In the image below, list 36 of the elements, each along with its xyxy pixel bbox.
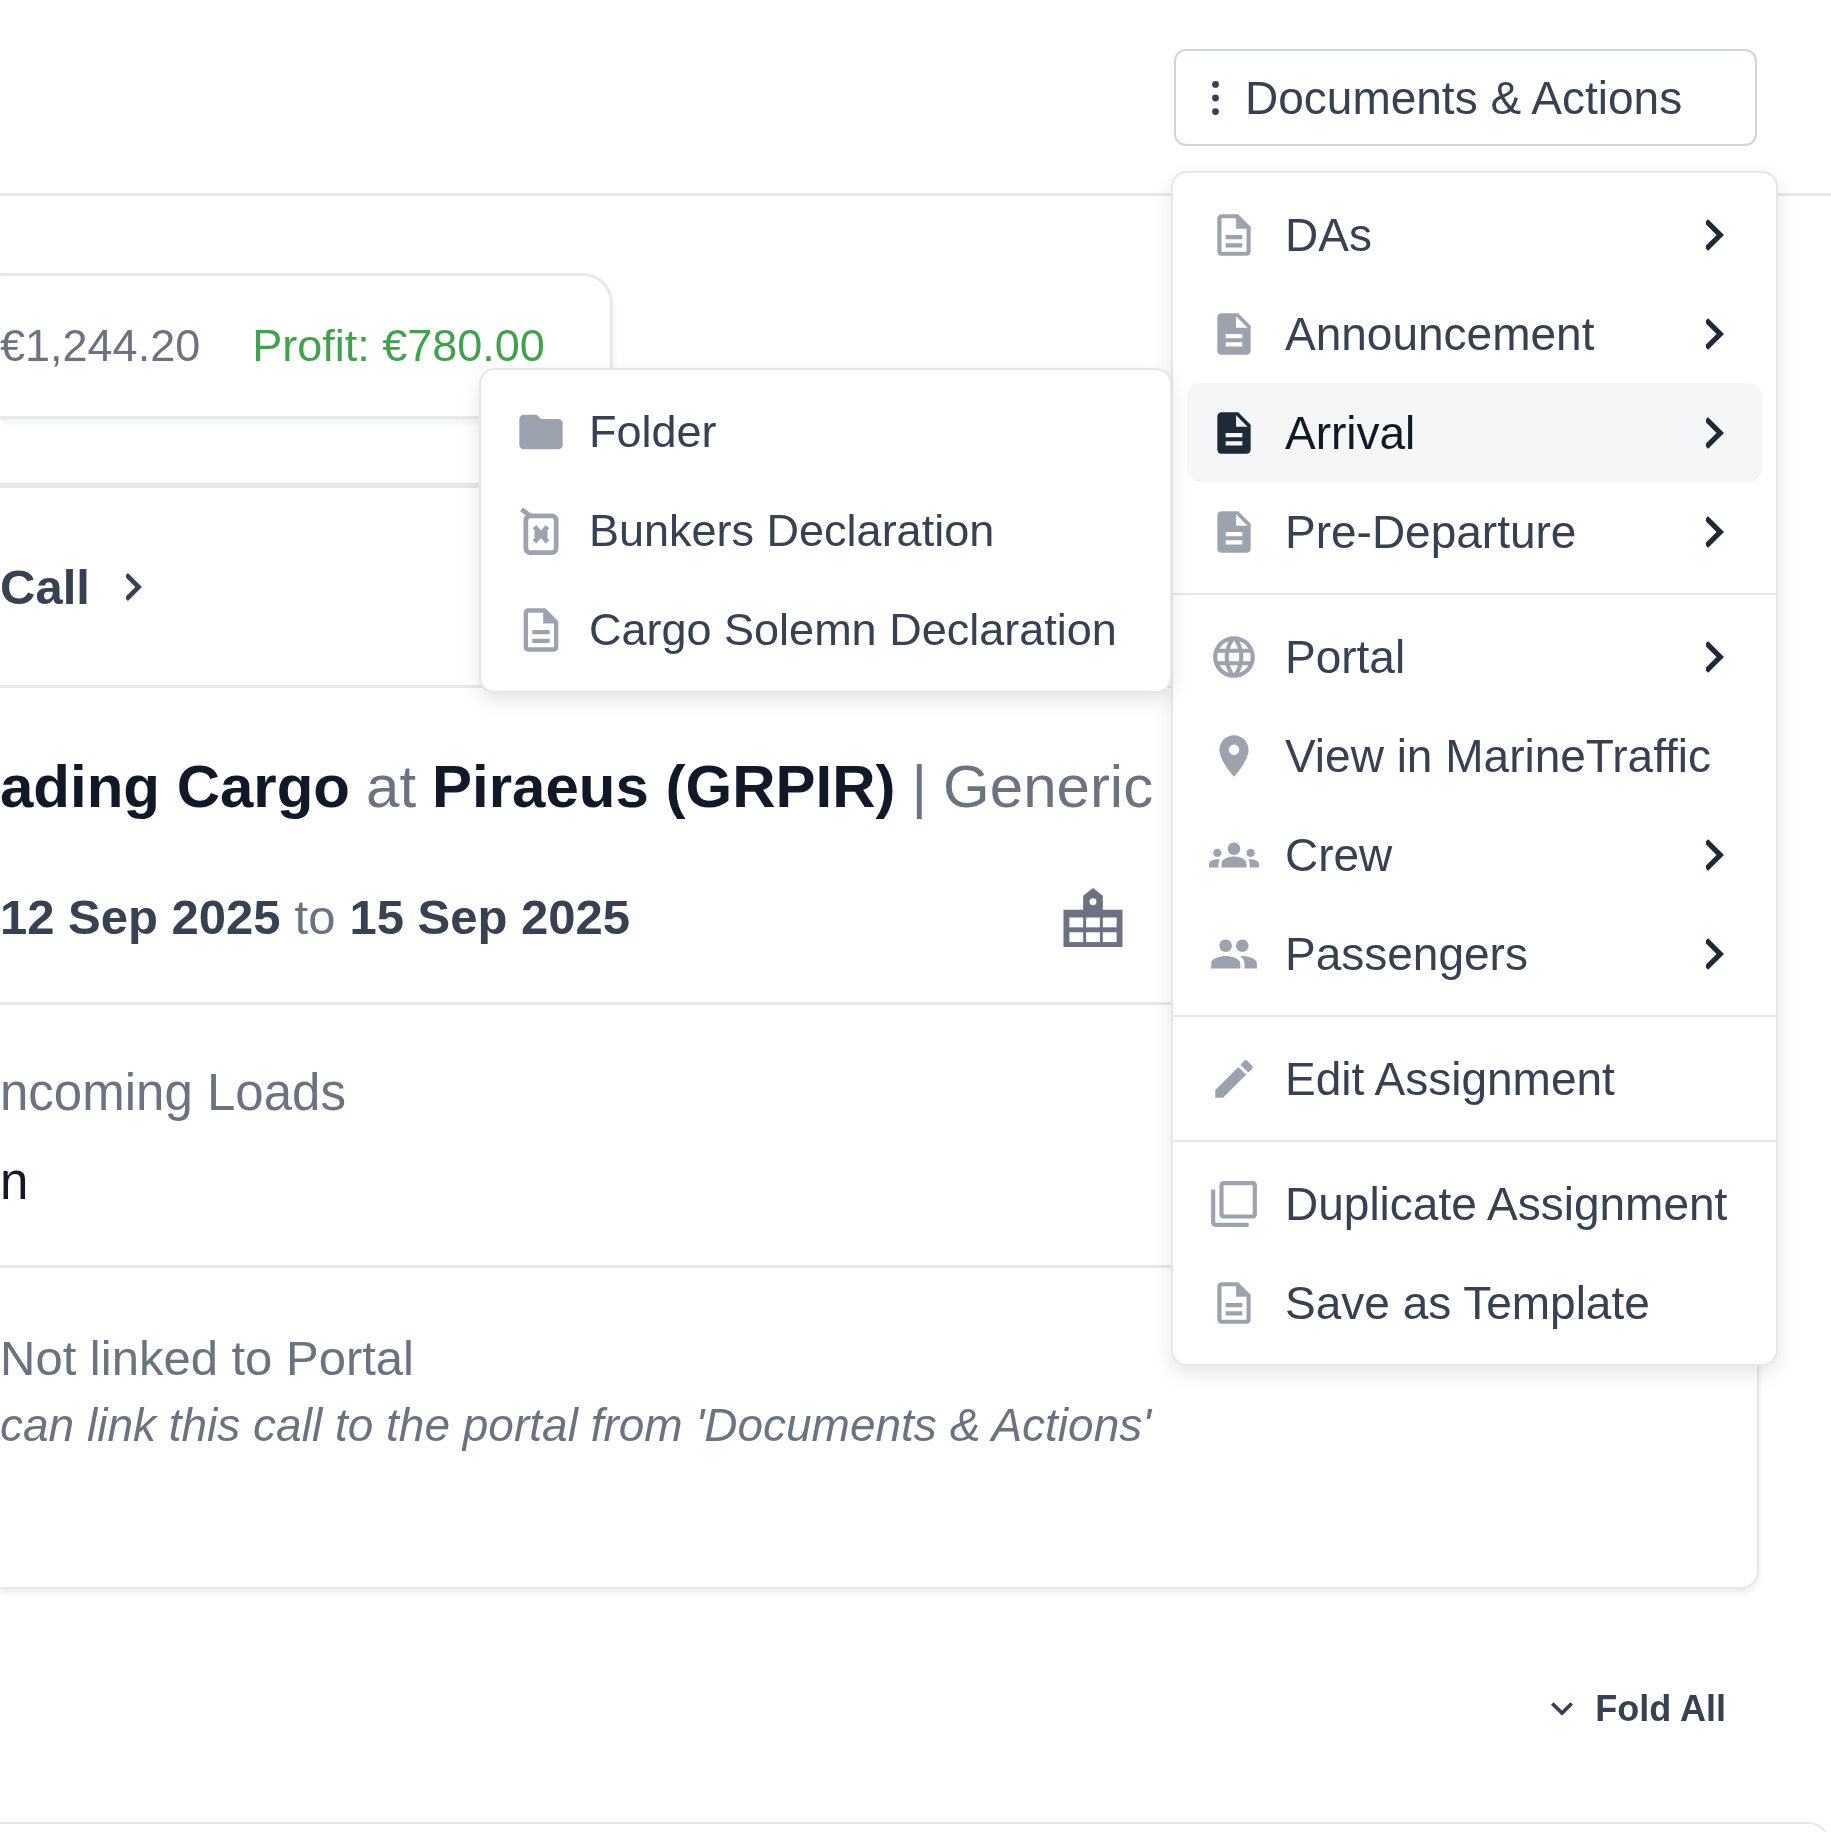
cost-amount: €1,244.20 [0, 320, 201, 372]
submenu-item[interactable]: Bunkers Declaration [481, 481, 1170, 580]
more-icon [1212, 80, 1219, 115]
chevron-down-icon [1551, 1702, 1574, 1716]
fold-all-button[interactable]: Fold All [1551, 1684, 1726, 1734]
menu-item[interactable]: Save as Template [1187, 1253, 1762, 1352]
submenu-item[interactable]: Cargo Solemn Declaration [481, 580, 1170, 679]
portal-hint: can link this call to the portal from 'Documents & Actions' [0, 1400, 1151, 1450]
call-link[interactable]: Call [0, 558, 142, 615]
menu-item[interactable]: Portal [1187, 607, 1762, 706]
building-icon [1061, 887, 1125, 947]
menu-item[interactable]: Edit Assignment [1187, 1029, 1762, 1128]
menu-item[interactable]: Crew [1187, 805, 1762, 904]
menu-item[interactable]: DAs [1187, 185, 1762, 284]
title-text: ading Cargo [0, 752, 350, 822]
documents-actions-button[interactable]: Documents & Actions [1174, 49, 1757, 146]
title-text: Generic [943, 752, 1154, 822]
menu-item[interactable]: Passengers [1187, 904, 1762, 1003]
title-text: at [366, 752, 417, 822]
date-text: 12 Sep 2025 [0, 889, 281, 945]
loads-label: ncoming Loads [0, 1065, 346, 1121]
chevron-right-icon [125, 572, 142, 601]
title-text: | [911, 752, 928, 822]
loads-value: n [0, 1154, 29, 1210]
date-text: 15 Sep 2025 [349, 889, 631, 945]
profit-amount: Profit: €780.00 [252, 320, 545, 372]
date-text: to [294, 889, 336, 945]
menu-item[interactable]: Arrival [1187, 383, 1762, 482]
title-text: Piraeus (GRPIR) [432, 752, 896, 822]
copy-icon [1209, 1178, 1259, 1229]
menu-item[interactable]: Pre-Departure [1187, 482, 1762, 581]
menu-item[interactable]: View in MarineTraffic [1187, 706, 1762, 805]
menu-item[interactable]: Announcement [1187, 284, 1762, 383]
submenu-item[interactable]: Folder [481, 382, 1170, 481]
menu-item[interactable]: Duplicate Assignment [1187, 1154, 1762, 1253]
portal-status: Not linked to Portal [0, 1330, 414, 1386]
